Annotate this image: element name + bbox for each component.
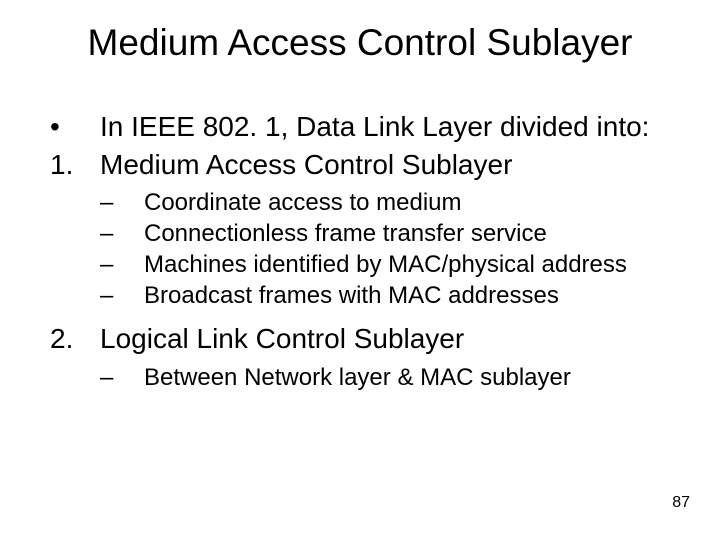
dash-icon: –	[100, 189, 144, 218]
item-1-number: 1.	[50, 148, 100, 182]
slide-body: • In IEEE 802. 1, Data Link Layer divide…	[50, 110, 670, 405]
sub-item: – Connectionless frame transfer service	[50, 220, 670, 249]
sub-text: Broadcast frames with MAC addresses	[144, 282, 670, 311]
item-2: 2. Logical Link Control Sublayer	[50, 322, 670, 356]
sub-item: – Between Network layer & MAC sublayer	[50, 364, 670, 393]
bullet-mark: •	[50, 110, 100, 144]
dash-icon: –	[100, 364, 144, 393]
dash-icon: –	[100, 251, 144, 280]
dash-icon: –	[100, 220, 144, 249]
item-2-subs: – Between Network layer & MAC sublayer	[50, 364, 670, 393]
page-number: 87	[672, 494, 690, 512]
item-2-text: Logical Link Control Sublayer	[100, 322, 670, 356]
sub-text: Coordinate access to medium	[144, 189, 670, 218]
sub-item: – Broadcast frames with MAC addresses	[50, 282, 670, 311]
sub-text: Connectionless frame transfer service	[144, 220, 670, 249]
sub-item: – Coordinate access to medium	[50, 189, 670, 218]
item-1-subs: – Coordinate access to medium – Connecti…	[50, 189, 670, 310]
intro-text: In IEEE 802. 1, Data Link Layer divided …	[100, 110, 670, 144]
item-2-number: 2.	[50, 322, 100, 356]
sub-text: Between Network layer & MAC sublayer	[144, 364, 670, 393]
item-1-text: Medium Access Control Sublayer	[100, 148, 670, 182]
sub-text: Machines identified by MAC/physical addr…	[144, 251, 670, 280]
slide: Medium Access Control Sublayer • In IEEE…	[0, 0, 720, 540]
sub-item: – Machines identified by MAC/physical ad…	[50, 251, 670, 280]
intro-bullet: • In IEEE 802. 1, Data Link Layer divide…	[50, 110, 670, 144]
slide-title: Medium Access Control Sublayer	[0, 22, 720, 64]
item-1: 1. Medium Access Control Sublayer	[50, 148, 670, 182]
dash-icon: –	[100, 282, 144, 311]
